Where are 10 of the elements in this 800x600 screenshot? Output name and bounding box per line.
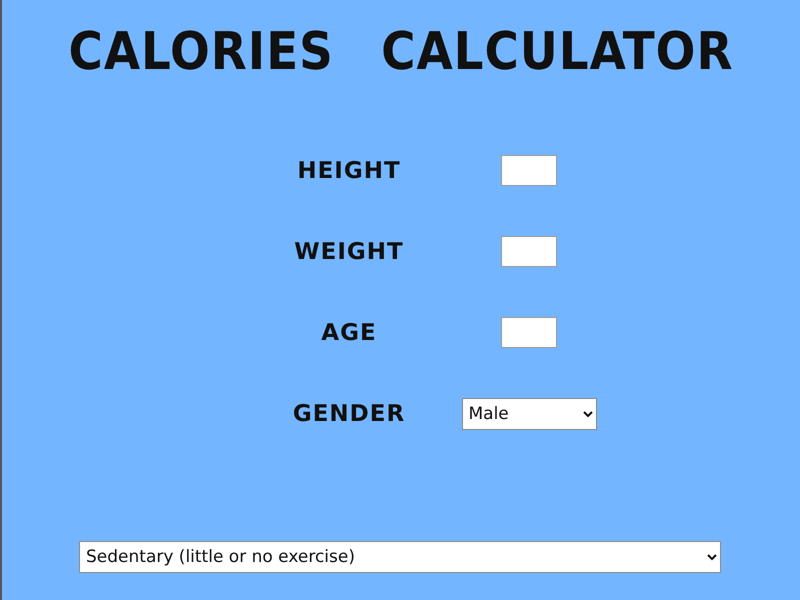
app-title: CALORIES CALCULATOR: [68, 22, 734, 82]
gender-select[interactable]: Male: [462, 398, 596, 430]
field-label: GENDER: [292, 400, 406, 426]
input-field[interactable]: [501, 317, 557, 348]
field-label: AGE: [321, 320, 377, 346]
input-field[interactable]: [501, 155, 557, 186]
field-label: WEIGHT: [294, 238, 404, 264]
activity-select[interactable]: Sedentary (little or no exercise): [79, 541, 721, 573]
field-label: HEIGHT: [297, 158, 401, 184]
input-field[interactable]: [501, 236, 557, 267]
